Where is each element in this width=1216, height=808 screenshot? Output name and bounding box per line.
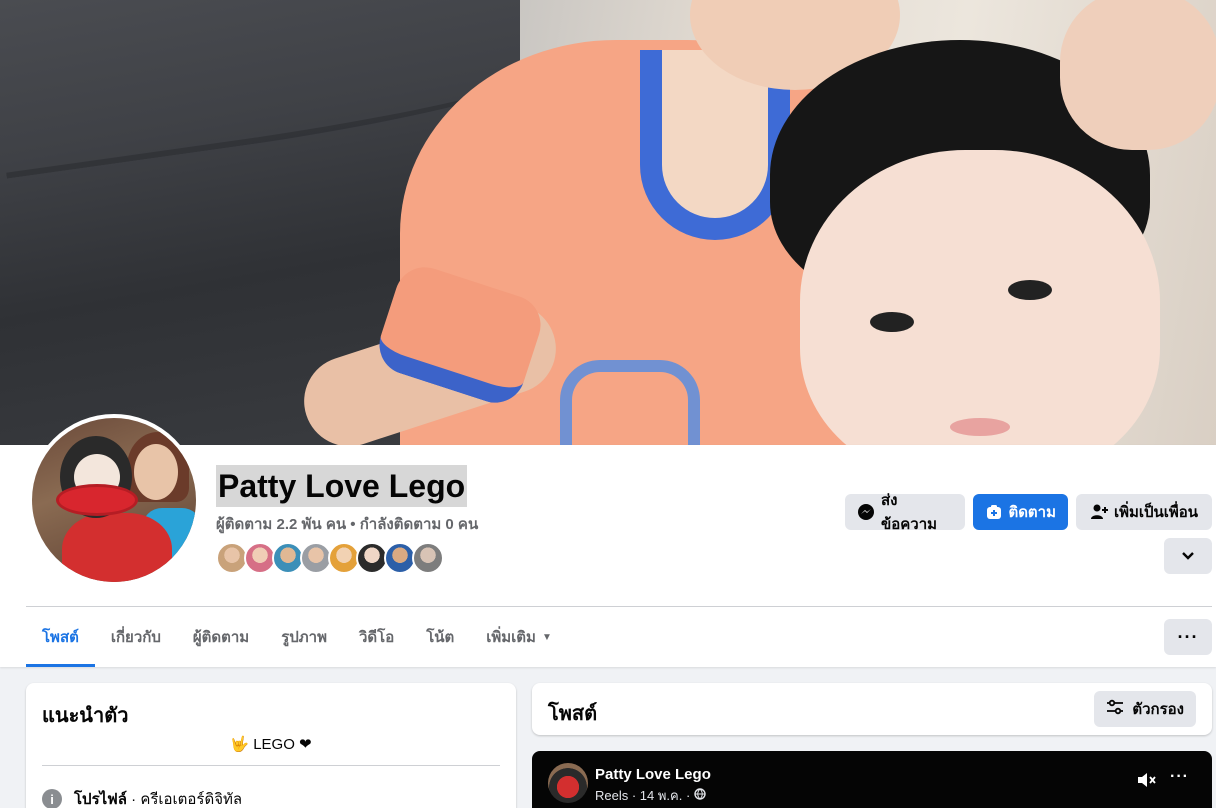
follower-avatars[interactable] <box>216 542 444 574</box>
intro-profile-type-value: · ครีเอเตอร์ดิจิทัล <box>127 791 243 808</box>
follow-button-label: ติดตาม <box>1008 504 1056 521</box>
tab-label: โน้ต <box>426 629 455 646</box>
more-icon: ··· <box>1177 626 1199 647</box>
posts-header-card: โพสต์ ตัวกรอง <box>532 683 1212 735</box>
add-friend-button-label: เพิ่มเป็นเพื่อน <box>1113 504 1199 521</box>
follow-button[interactable]: ติดตาม <box>973 494 1068 530</box>
mute-icon[interactable] <box>1136 770 1158 795</box>
profile-avatar[interactable] <box>28 414 200 586</box>
filter-icon <box>1106 699 1124 719</box>
cover-eye-shape <box>870 312 914 332</box>
avatar-image <box>32 418 196 582</box>
cover-print-shape <box>560 360 700 445</box>
intro-bio: 🤟 LEGO ❤ <box>230 736 312 753</box>
message-button[interactable]: ส่งข้อความ <box>845 492 965 533</box>
chevron-down-icon <box>1179 547 1197 565</box>
cover-photo[interactable] <box>0 0 1216 445</box>
reel-more-icon[interactable]: ··· <box>1170 768 1189 786</box>
info-icon: i <box>42 789 62 808</box>
messenger-icon <box>857 503 875 521</box>
globe-icon <box>694 788 706 803</box>
reel-author-name[interactable]: Patty Love Lego <box>595 766 711 783</box>
reel-author-avatar[interactable] <box>548 763 588 803</box>
follower-avatar[interactable] <box>412 542 444 574</box>
intro-card: แนะนำตัว 🤟 LEGO ❤ i โปรไฟล์ · ครีเอเตอร์… <box>26 683 516 808</box>
tab-followers[interactable]: ผู้ติดตาม <box>177 607 265 667</box>
intro-title: แนะนำตัว <box>42 705 129 727</box>
reel-meta-text: Reels · 14 พ.ค. · <box>595 788 691 803</box>
profile-name: Patty Love Lego <box>216 465 468 507</box>
tab-label: วิดีโอ <box>358 629 395 646</box>
avatar-body-shape <box>62 513 172 582</box>
cover-mouth-shape <box>950 418 1010 436</box>
followers-count[interactable]: ผู้ติดตาม 2.2 พัน คน • กำลังติดตาม 0 คน <box>216 512 478 536</box>
tab-notes[interactable]: โน้ต <box>410 607 470 667</box>
intro-profile-type: i โปรไฟล์ · ครีเอเตอร์ดิจิทัล <box>42 787 242 808</box>
avatar-monkey-lips-shape <box>56 484 138 516</box>
avatar-face-shape <box>134 444 178 500</box>
tab-about[interactable]: เกี่ยวกับ <box>95 607 177 667</box>
cover-child-face-shape <box>800 150 1160 445</box>
tab-label: ผู้ติดตาม <box>192 629 250 646</box>
tab-videos[interactable]: วิดีโอ <box>343 607 410 667</box>
caret-down-icon: ▼ <box>541 631 552 643</box>
tab-label: เพิ่มเติม <box>486 629 536 646</box>
message-button-label: ส่งข้อความ <box>881 492 938 533</box>
filter-button[interactable]: ตัวกรอง <box>1094 691 1196 727</box>
reel-meta: Reels · 14 พ.ค. · <box>595 785 706 806</box>
cover-eye-shape <box>1008 280 1052 300</box>
add-friend-icon <box>1090 503 1108 521</box>
profile-dropdown-button[interactable] <box>1164 538 1212 574</box>
follow-icon <box>985 503 1002 521</box>
profile-more-button[interactable]: ··· <box>1164 619 1212 655</box>
posts-title: โพสต์ <box>548 703 598 725</box>
tab-label: เกี่ยวกับ <box>110 629 161 646</box>
filter-button-label: ตัวกรอง <box>1132 701 1184 718</box>
tab-photos[interactable]: รูปภาพ <box>265 607 343 667</box>
add-friend-button[interactable]: เพิ่มเป็นเพื่อน <box>1076 494 1212 530</box>
cover-hand-shape <box>1060 0 1216 150</box>
reel-post[interactable]: Patty Love Lego Reels · 14 พ.ค. · ··· <box>532 751 1212 808</box>
intro-divider <box>42 765 500 766</box>
tab-label: โพสต์ <box>42 629 79 646</box>
profile-tabs: โพสต์ เกี่ยวกับ ผู้ติดตาม รูปภาพ วิดีโอ … <box>26 607 568 667</box>
tab-posts[interactable]: โพสต์ <box>26 607 95 667</box>
intro-profile-type-label: โปรไฟล์ <box>74 791 127 808</box>
tab-more[interactable]: เพิ่มเติม ▼ <box>470 607 568 667</box>
tab-label: รูปภาพ <box>281 629 327 646</box>
